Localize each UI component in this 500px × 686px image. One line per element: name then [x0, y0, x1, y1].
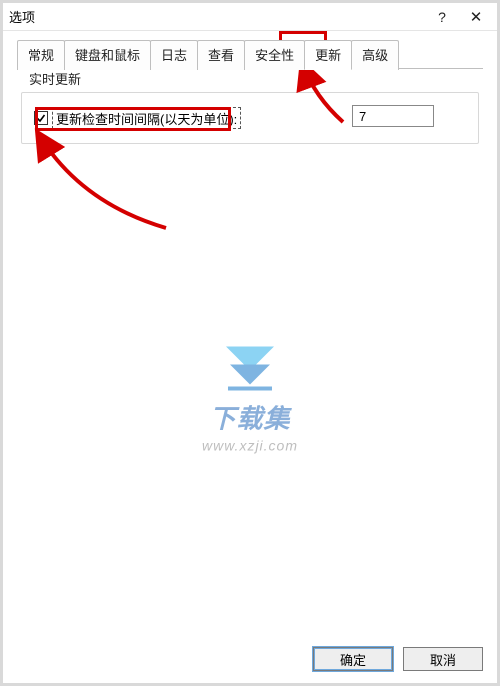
- tab-general[interactable]: 常规: [17, 40, 65, 70]
- checkbox-update-interval[interactable]: [34, 111, 48, 125]
- titlebar: 选项 ? ✕: [3, 3, 497, 31]
- tab-log[interactable]: 日志: [150, 40, 198, 70]
- close-button[interactable]: ✕: [459, 5, 493, 29]
- group-box-realtime-update: 更新检查时间间隔(以天为单位):: [21, 92, 479, 144]
- update-pane: 实时更新 更新检查时间间隔(以天为单位):: [17, 63, 483, 635]
- check-icon: [36, 113, 46, 123]
- cancel-button[interactable]: 取消: [403, 647, 483, 671]
- update-interval-input[interactable]: [352, 105, 434, 127]
- help-button[interactable]: ?: [425, 5, 459, 29]
- dialog-buttons: 确定 取消: [313, 647, 483, 671]
- tab-keyboard[interactable]: 键盘和鼠标: [64, 40, 151, 70]
- tab-view[interactable]: 查看: [197, 40, 245, 70]
- checkbox-label-update-interval[interactable]: 更新检查时间间隔(以天为单位):: [52, 107, 241, 129]
- tab-advanced[interactable]: 高级: [351, 40, 399, 70]
- ok-button[interactable]: 确定: [313, 647, 393, 671]
- tab-security[interactable]: 安全性: [244, 40, 305, 70]
- window-title: 选项: [7, 7, 425, 26]
- tab-update[interactable]: 更新: [304, 40, 352, 70]
